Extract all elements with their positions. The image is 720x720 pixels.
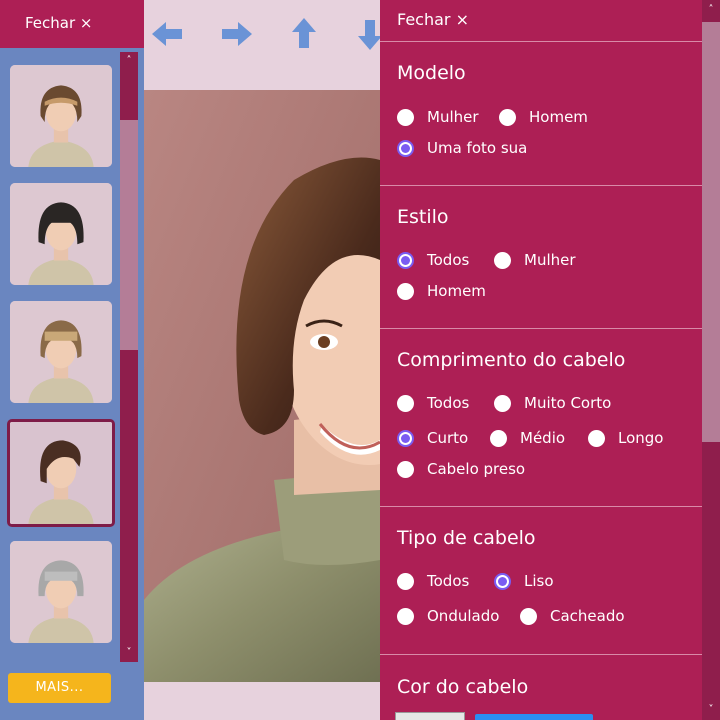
radio-icon[interactable] bbox=[494, 251, 511, 269]
radio-tipo-ondulado[interactable]: Ondulado bbox=[397, 607, 499, 625]
scroll-down-icon[interactable]: ˅ bbox=[702, 702, 720, 718]
radio-modelo-homem[interactable]: Homem bbox=[499, 108, 588, 126]
radio-estilo-todos[interactable]: Todos bbox=[397, 251, 469, 269]
left-close-button[interactable]: Fechar × bbox=[0, 0, 144, 48]
filter-panel-scrollbar[interactable]: ˄ ˅ bbox=[702, 0, 720, 720]
radio-checked-icon[interactable] bbox=[494, 572, 511, 590]
radio-icon[interactable] bbox=[494, 394, 511, 412]
section-modelo: Modelo Mulher Homem Uma foto sua bbox=[380, 42, 702, 186]
hairstyle-thumbnail-selected[interactable] bbox=[7, 419, 115, 527]
radio-icon[interactable] bbox=[520, 607, 537, 625]
section-title: Tipo de cabelo bbox=[397, 527, 536, 549]
thumbnail-scrollbar[interactable]: ˄ ˅ bbox=[120, 52, 138, 662]
section-estilo: Estilo Todos Mulher Homem bbox=[380, 186, 702, 329]
radio-checked-icon[interactable] bbox=[397, 139, 414, 157]
radio-comprimento-preso[interactable]: Cabelo preso bbox=[397, 460, 525, 478]
arrow-left-icon[interactable] bbox=[148, 14, 188, 54]
section-title: Modelo bbox=[397, 62, 466, 84]
hairstyle-thumbnail-list bbox=[0, 52, 118, 662]
color-swatch[interactable] bbox=[395, 712, 465, 720]
photo-adjust-arrows bbox=[144, 0, 382, 90]
radio-comprimento-muito-curto[interactable]: Muito Corto bbox=[494, 394, 611, 412]
hairstyle-thumbnail[interactable] bbox=[10, 301, 112, 403]
hairstyle-thumbnail[interactable] bbox=[10, 65, 112, 167]
hairstyle-thumbnail[interactable] bbox=[10, 541, 112, 643]
section-title-cor: Cor do cabelo bbox=[397, 676, 529, 698]
radio-icon[interactable] bbox=[397, 394, 414, 412]
section-title: Estilo bbox=[397, 206, 449, 228]
section-tipo: Tipo de cabelo Todos Liso Ondulado Cache… bbox=[380, 507, 702, 655]
section-comprimento: Comprimento do cabelo Todos Muito Corto … bbox=[380, 329, 702, 507]
radio-icon[interactable] bbox=[499, 108, 516, 126]
hairstyle-sidebar: Fechar × ˄ ˅ MAIS... bbox=[0, 0, 144, 720]
color-button[interactable] bbox=[475, 714, 593, 720]
arrow-up-icon[interactable] bbox=[284, 14, 324, 54]
scroll-up-icon[interactable]: ˄ bbox=[702, 2, 720, 18]
scroll-down-icon[interactable]: ˅ bbox=[120, 646, 138, 660]
radio-modelo-mulher[interactable]: Mulher bbox=[397, 108, 479, 126]
radio-icon[interactable] bbox=[490, 429, 507, 447]
thumbnail-scrollbar-thumb[interactable] bbox=[120, 120, 138, 350]
radio-modelo-foto[interactable]: Uma foto sua bbox=[397, 139, 527, 157]
section-title: Comprimento do cabelo bbox=[397, 349, 626, 371]
radio-tipo-todos[interactable]: Todos bbox=[397, 572, 469, 590]
filter-panel: Fechar × Modelo Mulher Homem Uma foto su… bbox=[380, 0, 702, 720]
photo-bottom-strip bbox=[144, 682, 380, 720]
radio-icon[interactable] bbox=[397, 607, 414, 625]
radio-estilo-mulher[interactable]: Mulher bbox=[494, 251, 576, 269]
radio-icon[interactable] bbox=[397, 108, 414, 126]
radio-icon[interactable] bbox=[397, 572, 414, 590]
radio-comprimento-curto[interactable]: Curto bbox=[397, 429, 468, 447]
right-close-button[interactable]: Fechar × bbox=[380, 0, 702, 42]
radio-comprimento-medio[interactable]: Médio bbox=[490, 429, 565, 447]
radio-comprimento-longo[interactable]: Longo bbox=[588, 429, 663, 447]
radio-checked-icon[interactable] bbox=[397, 429, 414, 447]
hairstyle-thumbnail[interactable] bbox=[10, 183, 112, 285]
radio-tipo-cacheado[interactable]: Cacheado bbox=[520, 607, 625, 625]
radio-comprimento-todos[interactable]: Todos bbox=[397, 394, 469, 412]
radio-icon[interactable] bbox=[588, 429, 605, 447]
arrow-right-icon[interactable] bbox=[216, 14, 256, 54]
radio-estilo-homem[interactable]: Homem bbox=[397, 282, 486, 300]
radio-tipo-liso[interactable]: Liso bbox=[494, 572, 554, 590]
radio-icon[interactable] bbox=[397, 282, 414, 300]
radio-icon[interactable] bbox=[397, 460, 414, 478]
hairstyle-preview-photo bbox=[144, 90, 380, 682]
filter-panel-scrollbar-thumb[interactable] bbox=[702, 22, 720, 442]
radio-checked-icon[interactable] bbox=[397, 251, 414, 269]
more-button[interactable]: MAIS... bbox=[8, 673, 111, 703]
scroll-up-icon[interactable]: ˄ bbox=[120, 54, 138, 68]
